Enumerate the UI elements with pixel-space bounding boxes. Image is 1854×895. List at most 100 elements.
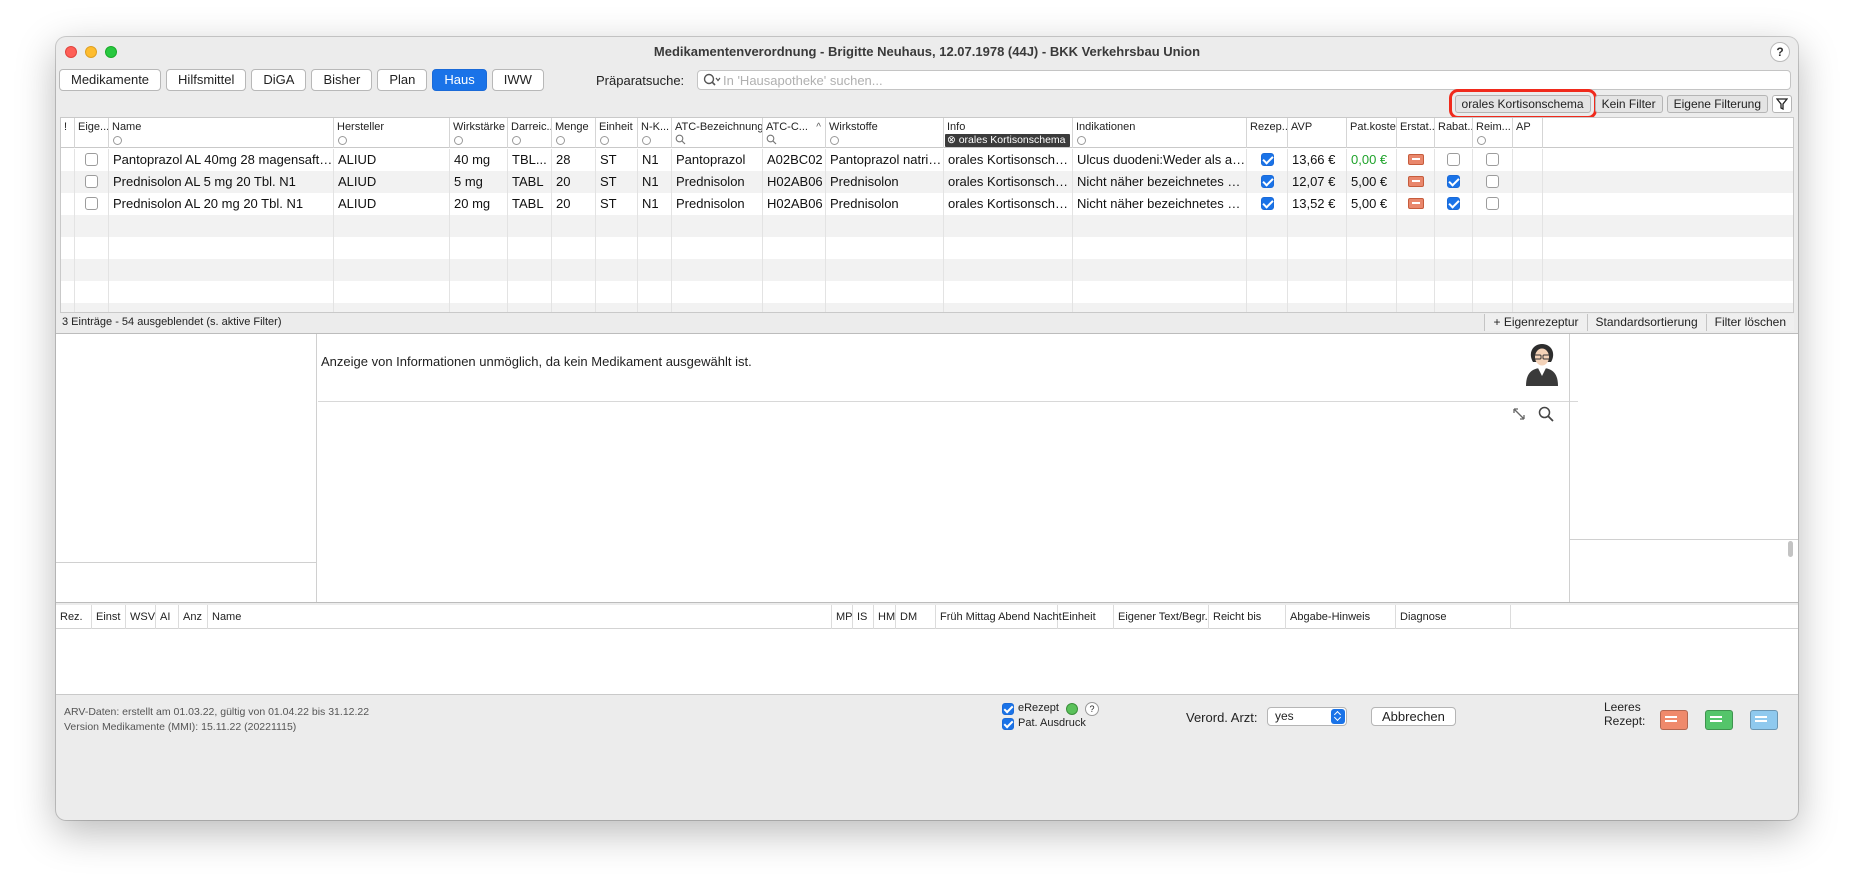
prescription-column-header[interactable]: MP: [832, 605, 853, 629]
search-field[interactable]: [697, 70, 1791, 90]
search-input[interactable]: [723, 72, 1783, 88]
column-header[interactable]: ATC-Bezeichnung: [672, 118, 763, 148]
erezept-help-button[interactable]: ?: [1084, 701, 1099, 716]
column-header[interactable]: Hersteller: [334, 118, 450, 148]
column-filter-circle[interactable]: [642, 136, 651, 145]
default-sort-button[interactable]: Standardsortierung: [1586, 314, 1706, 331]
column-header[interactable]: Name: [109, 118, 334, 148]
rx-checkbox[interactable]: [1260, 175, 1274, 189]
column-header[interactable]: Rezep...: [1247, 118, 1288, 148]
reimport-checkbox[interactable]: [1486, 175, 1499, 189]
table-row[interactable]: Pantoprazol AL 40mg 28 magensaftres.... A…: [61, 149, 1793, 171]
tab-hilfsmittel[interactable]: Hilfsmittel: [166, 69, 247, 91]
prescription-column-header[interactable]: Diagnose: [1396, 605, 1511, 629]
table-row[interactable]: Prednisolon AL 20 mg 20 Tbl. N1 ALIUD 20 m…: [61, 193, 1793, 215]
doctor-select[interactable]: yes: [1267, 707, 1347, 726]
column-filter-circle[interactable]: [1477, 136, 1486, 145]
own-prescription-button[interactable]: + Eigenrezeptur: [1484, 314, 1587, 331]
red-prescription-form-icon[interactable]: [1660, 710, 1688, 730]
column-filter-circle[interactable]: [338, 136, 347, 145]
cancel-button[interactable]: Abbrechen: [1371, 707, 1456, 726]
tab-medikamente[interactable]: Medikamente: [59, 69, 162, 91]
prescription-column-header[interactable]: Rez.: [56, 605, 92, 629]
rabatt-checkbox[interactable]: [1447, 175, 1460, 189]
tab-diga[interactable]: DiGA: [251, 69, 307, 91]
tab-plan[interactable]: Plan: [377, 69, 428, 91]
reimbursement-icon[interactable]: [1407, 198, 1424, 210]
blue-prescription-form-icon[interactable]: [1750, 710, 1778, 730]
rabatt-checkbox[interactable]: [1447, 153, 1460, 167]
column-header[interactable]: N-K...: [638, 118, 672, 148]
own-checkbox[interactable]: [85, 153, 98, 167]
prescription-column-header[interactable]: Eigener Text/Begr.: [1114, 605, 1209, 629]
clear-filter-button[interactable]: Filter löschen: [1705, 314, 1794, 331]
column-header[interactable]: Info ⊗ orales Kortisonschema: [944, 118, 1073, 148]
column-filter-circle[interactable]: [512, 136, 521, 145]
vertical-scrollbar[interactable]: [1788, 541, 1793, 557]
patient-print-checkbox[interactable]: [1002, 717, 1014, 730]
column-header[interactable]: Eige...: [75, 118, 109, 148]
erezept-checkbox[interactable]: [1002, 702, 1014, 715]
reimbursement-icon[interactable]: [1407, 154, 1424, 166]
prescription-column-header[interactable]: HM: [874, 605, 896, 629]
rx-checkbox[interactable]: [1260, 197, 1274, 211]
column-header[interactable]: Darreic...: [508, 118, 552, 148]
column-search-icon[interactable]: [766, 134, 777, 145]
reimbursement-icon[interactable]: [1407, 176, 1424, 188]
column-header[interactable]: Wirkstoffe: [826, 118, 944, 148]
column-header[interactable]: ATC-C... ^: [763, 118, 826, 148]
rabatt-checkbox[interactable]: [1447, 197, 1460, 211]
column-filter-circle[interactable]: [454, 136, 463, 145]
column-header[interactable]: Rabat...: [1435, 118, 1473, 148]
sort-indicator: ^: [816, 122, 821, 133]
column-header[interactable]: Wirkstärke: [450, 118, 508, 148]
column-header[interactable]: Erstat...: [1397, 118, 1435, 148]
prescription-column-header[interactable]: DM: [896, 605, 936, 629]
tab-iww[interactable]: IWW: [491, 69, 544, 91]
own-checkbox[interactable]: [85, 175, 98, 189]
own-filter-button[interactable]: Eigene Filterung: [1666, 94, 1768, 113]
column-header[interactable]: Menge: [552, 118, 596, 148]
reimport-checkbox[interactable]: [1486, 153, 1499, 167]
search-icon[interactable]: [703, 73, 721, 87]
info-filter-tag[interactable]: ⊗ orales Kortisonschema: [945, 134, 1070, 147]
funnel-icon[interactable]: [1772, 94, 1792, 113]
rx-checkbox[interactable]: [1260, 153, 1274, 167]
column-filter-circle[interactable]: [600, 136, 609, 145]
prescription-column-header[interactable]: WSV: [126, 605, 156, 629]
column-header[interactable]: AVP: [1288, 118, 1347, 148]
assistant-avatar-icon[interactable]: [1522, 342, 1562, 386]
column-header[interactable]: Einheit: [596, 118, 638, 148]
column-header[interactable]: !: [61, 118, 75, 148]
prescription-column-header[interactable]: Einst: [92, 605, 126, 629]
column-header[interactable]: AP: [1513, 118, 1543, 148]
expand-icon[interactable]: [1512, 407, 1526, 421]
no-filter-button[interactable]: Kein Filter: [1594, 94, 1663, 113]
prescription-column-header[interactable]: Name: [208, 605, 832, 629]
column-header[interactable]: Pat.kosten: [1347, 118, 1397, 148]
prescription-column-header[interactable]: Einheit: [1058, 605, 1114, 629]
column-header[interactable]: Indikationen: [1073, 118, 1247, 148]
column-search-icon[interactable]: [675, 134, 686, 145]
prescription-column-header[interactable]: IS: [853, 605, 874, 629]
own-checkbox[interactable]: [85, 197, 98, 211]
help-button[interactable]: ?: [1770, 42, 1790, 62]
prescription-column-header[interactable]: Anz: [179, 605, 208, 629]
tab-haus[interactable]: Haus: [432, 69, 487, 91]
column-filter-circle[interactable]: [830, 136, 839, 145]
magnifier-icon[interactable]: [1538, 406, 1554, 422]
reimport-checkbox[interactable]: [1486, 197, 1499, 211]
prescription-column-header[interactable]: Reicht bis: [1209, 605, 1286, 629]
filter-oral-cortisone-button[interactable]: orales Kortisonschema: [1448, 88, 1597, 119]
column-filter-circle[interactable]: [556, 136, 565, 145]
column-header[interactable]: Reim...: [1473, 118, 1513, 148]
table-row[interactable]: Prednisolon AL 5 mg 20 Tbl. N1 ALIUD 5 mg T…: [61, 171, 1793, 193]
column-filter-circle[interactable]: [113, 136, 122, 145]
tab-bisher[interactable]: Bisher: [311, 69, 373, 91]
prescription-column-header[interactable]: Abgabe-Hinweis: [1286, 605, 1396, 629]
green-prescription-form-icon[interactable]: [1705, 710, 1733, 730]
prescription-column-header[interactable]: Früh Mittag Abend Nacht: [936, 605, 1062, 629]
clear-filter-icon[interactable]: ⊗: [947, 134, 959, 146]
column-filter-circle[interactable]: [1077, 136, 1086, 145]
prescription-column-header[interactable]: AI: [156, 605, 179, 629]
